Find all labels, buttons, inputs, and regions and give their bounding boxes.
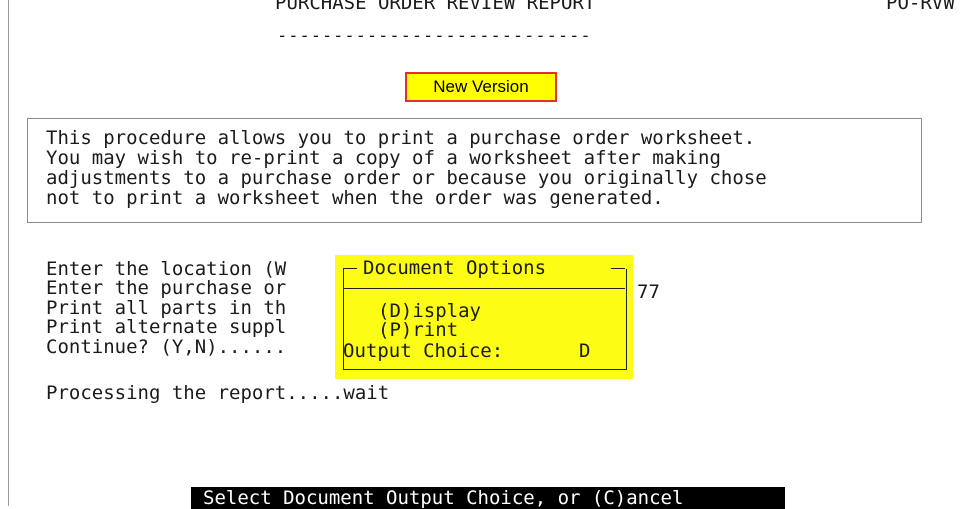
dialog-title: Document Options [363, 257, 547, 279]
document-options-dialog: Document Options (D)isplay (P)rint Outpu… [335, 255, 633, 379]
info-line: You may wish to re-print a copy of a wor… [46, 147, 721, 169]
option-print[interactable]: (P)rint [378, 321, 458, 340]
prompt-alternate-supplier: Print alternate suppl [46, 316, 287, 338]
output-choice-input[interactable]: D [579, 342, 590, 361]
dialog-frame-top-right [611, 268, 625, 269]
processing-message: Processing the report.....wait [46, 382, 390, 404]
info-line: not to print a worksheet when the order … [46, 187, 664, 209]
prompt-continue: Continue? (Y,N)...... [46, 336, 287, 358]
info-line: This procedure allows you to print a pur… [46, 127, 756, 149]
title-underline: ---------------------------- [277, 26, 592, 46]
terminal-screen: PURCHASE ORDER REVIEW REPORT -----------… [8, 0, 962, 509]
new-version-badge: New Version [405, 72, 557, 102]
info-line: adjustments to a purchase order or becau… [46, 167, 767, 189]
output-choice-label: Output Choice: [343, 340, 504, 362]
po-number-value: 77 [637, 281, 660, 303]
program-id: PO-RVW [886, 0, 955, 14]
prompt-purchase-order: Enter the purchase or [46, 277, 287, 299]
report-title: PURCHASE ORDER REVIEW REPORT [275, 0, 596, 14]
dialog-divider [343, 288, 625, 289]
info-box: This procedure allows you to print a pur… [27, 118, 922, 223]
dialog-frame-top-left [343, 268, 357, 269]
